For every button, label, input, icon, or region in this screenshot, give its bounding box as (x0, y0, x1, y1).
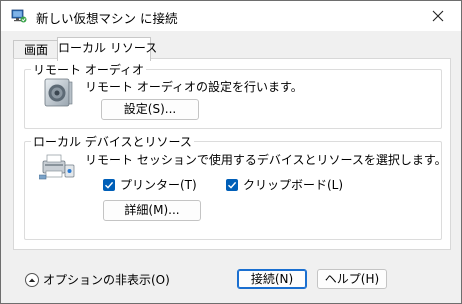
options-toggle[interactable]: オプションの非表示(O) (25, 271, 170, 288)
local-devices-description: リモート セッションで使用するデバイスとリソースを選択します。 (85, 153, 447, 167)
printer-devices-icon (38, 151, 77, 186)
local-devices-group-title: ローカル デバイスとリソース (31, 133, 194, 150)
checkmark-icon (105, 181, 114, 189)
tab-local-resources[interactable]: ローカル リソース (57, 37, 157, 61)
clipboard-checkbox-box[interactable] (226, 178, 238, 191)
printer-checkbox-label: プリンター(T) (120, 178, 197, 192)
checkmark-icon (228, 181, 237, 189)
remote-audio-description: リモート オーディオの設定を行います。 (85, 80, 303, 94)
window-title: 新しい仮想マシン に接続 (36, 11, 178, 26)
remote-desktop-icon (11, 8, 27, 24)
remote-audio-group: リモート オーディオ リモート オーディオの設定を行います。 設定(S)... (24, 61, 442, 129)
title-bar: 新しい仮想マシン に接続 (1, 1, 461, 31)
tab-panel-local-resources: リモート オーディオ リモート オーディオの設定を行います。 設定(S)... … (13, 58, 451, 250)
close-button[interactable] (415, 1, 461, 31)
chevron-up-icon[interactable] (25, 272, 39, 287)
help-button[interactable]: ヘルプ(H) (317, 269, 387, 289)
clipboard-checkbox[interactable]: クリップボード(L) (226, 176, 343, 193)
dialog-window: 新しい仮想マシン に接続 画面 ローカル リソース リモート オーディオ リモー… (0, 0, 462, 304)
clipboard-checkbox-label: クリップボード(L) (243, 178, 344, 192)
printer-checkbox-box[interactable] (103, 178, 115, 191)
connect-button[interactable]: 接続(N) (237, 269, 307, 289)
local-devices-group: ローカル デバイスとリソース リモート セッションで使用するデバイスとリソースを… (24, 133, 447, 240)
audio-settings-button[interactable]: 設定(S)... (101, 99, 199, 120)
printer-checkbox[interactable]: プリンター(T) (103, 176, 197, 193)
tab-display[interactable]: 画面 (13, 40, 59, 60)
details-button[interactable]: 詳細(M)... (103, 200, 201, 221)
speaker-icon (41, 76, 75, 113)
options-toggle-label: オプションの非表示(O) (43, 273, 170, 287)
close-icon (432, 7, 444, 26)
